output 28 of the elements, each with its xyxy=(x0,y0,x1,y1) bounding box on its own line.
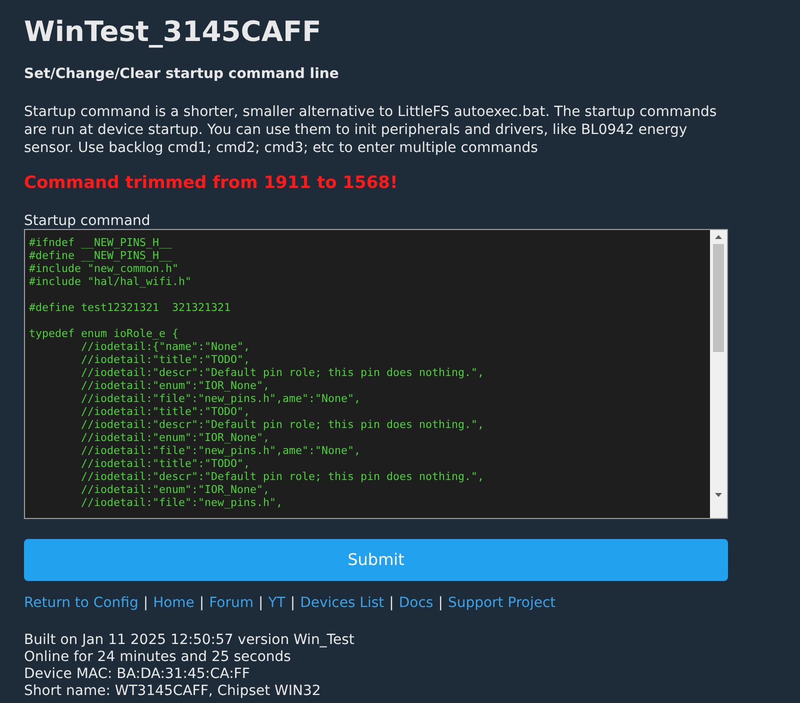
command-text-area[interactable]: #ifndef __NEW_PINS_H__ #define __NEW_PINS_H__ #include "new_common.h" #include "hal/hal_wifi.h" #define test12321321 321321321 typedef enum ioRole_e { //iodetail:{"name":"None", //iodetail:"title":"TODO", //iodetail:"descr":"Default pin role; this pin does nothing.", //iodetail:"enum":"IOR_None", //iodetail:"file":"new_pins.h",ame":"None", //iodetail:"title":"TODO", //iodetail:"descr":"Default pin role; this pin does nothing.", //iodetail:"enum":"IOR_None", //iodetail:"file":"new_pins.h",ame":"None", //iodetail:"title":"TODO", //iodetail:"descr":"Default pin role; this pin does nothing.", //iodetail:"enum":"IOR_None", //iodetail:"file":"new_pins.h", xyxy=(24,228,728,518)
nav-link[interactable]: Support Project xyxy=(448,592,556,614)
page-title: WinTest_3145CAFF xyxy=(24,14,322,50)
submit-button[interactable]: Submit xyxy=(24,538,728,580)
nav-link[interactable]: YT xyxy=(268,592,286,614)
info-text: Device MAC: BA:DA:31:45:CA:FF xyxy=(24,666,251,682)
info-text: Built on Jan 11 2025 12:50:57 version Win_Test xyxy=(24,632,356,648)
section-heading: Set/Change/Clear startup command line xyxy=(24,65,340,84)
link-separator: | xyxy=(438,594,443,612)
link-separator: | xyxy=(143,594,148,612)
nav-link[interactable]: Forum xyxy=(209,592,254,614)
info-text: Short name: WT3145CAFF, Chipset WIN32 xyxy=(24,682,322,700)
nav-link[interactable]: Docs xyxy=(398,592,434,614)
scroll-down-icon[interactable] xyxy=(715,492,722,496)
link-separator: | xyxy=(258,594,264,612)
scrollbar-thumb[interactable] xyxy=(713,244,724,352)
nav-link[interactable]: Devices List xyxy=(300,592,384,614)
description-text: Startup command is a shorter, smaller alternative to LittleFS autoexec.bat. The startup commands are run at device startup. You can use them to init peripherals and drivers, like BL0942 energy sensor. Use backlog cmd1; cmd2; cmd3; etc to enter multiple commands xyxy=(24,103,718,157)
warning-text: Command trimmed from 1911 to 1568! xyxy=(24,172,399,195)
nav-link[interactable]: Return to Config xyxy=(24,592,138,614)
field-label: Startup command xyxy=(24,212,152,228)
link-separator: | xyxy=(290,594,296,612)
nav-link[interactable]: Home xyxy=(153,592,194,614)
scrollbar[interactable] xyxy=(710,230,727,518)
link-separator: | xyxy=(389,594,394,612)
info-text: Online for 24 minutes and 25 seconds xyxy=(24,648,292,666)
scroll-up-icon[interactable] xyxy=(715,234,722,238)
link-separator: | xyxy=(199,594,204,612)
